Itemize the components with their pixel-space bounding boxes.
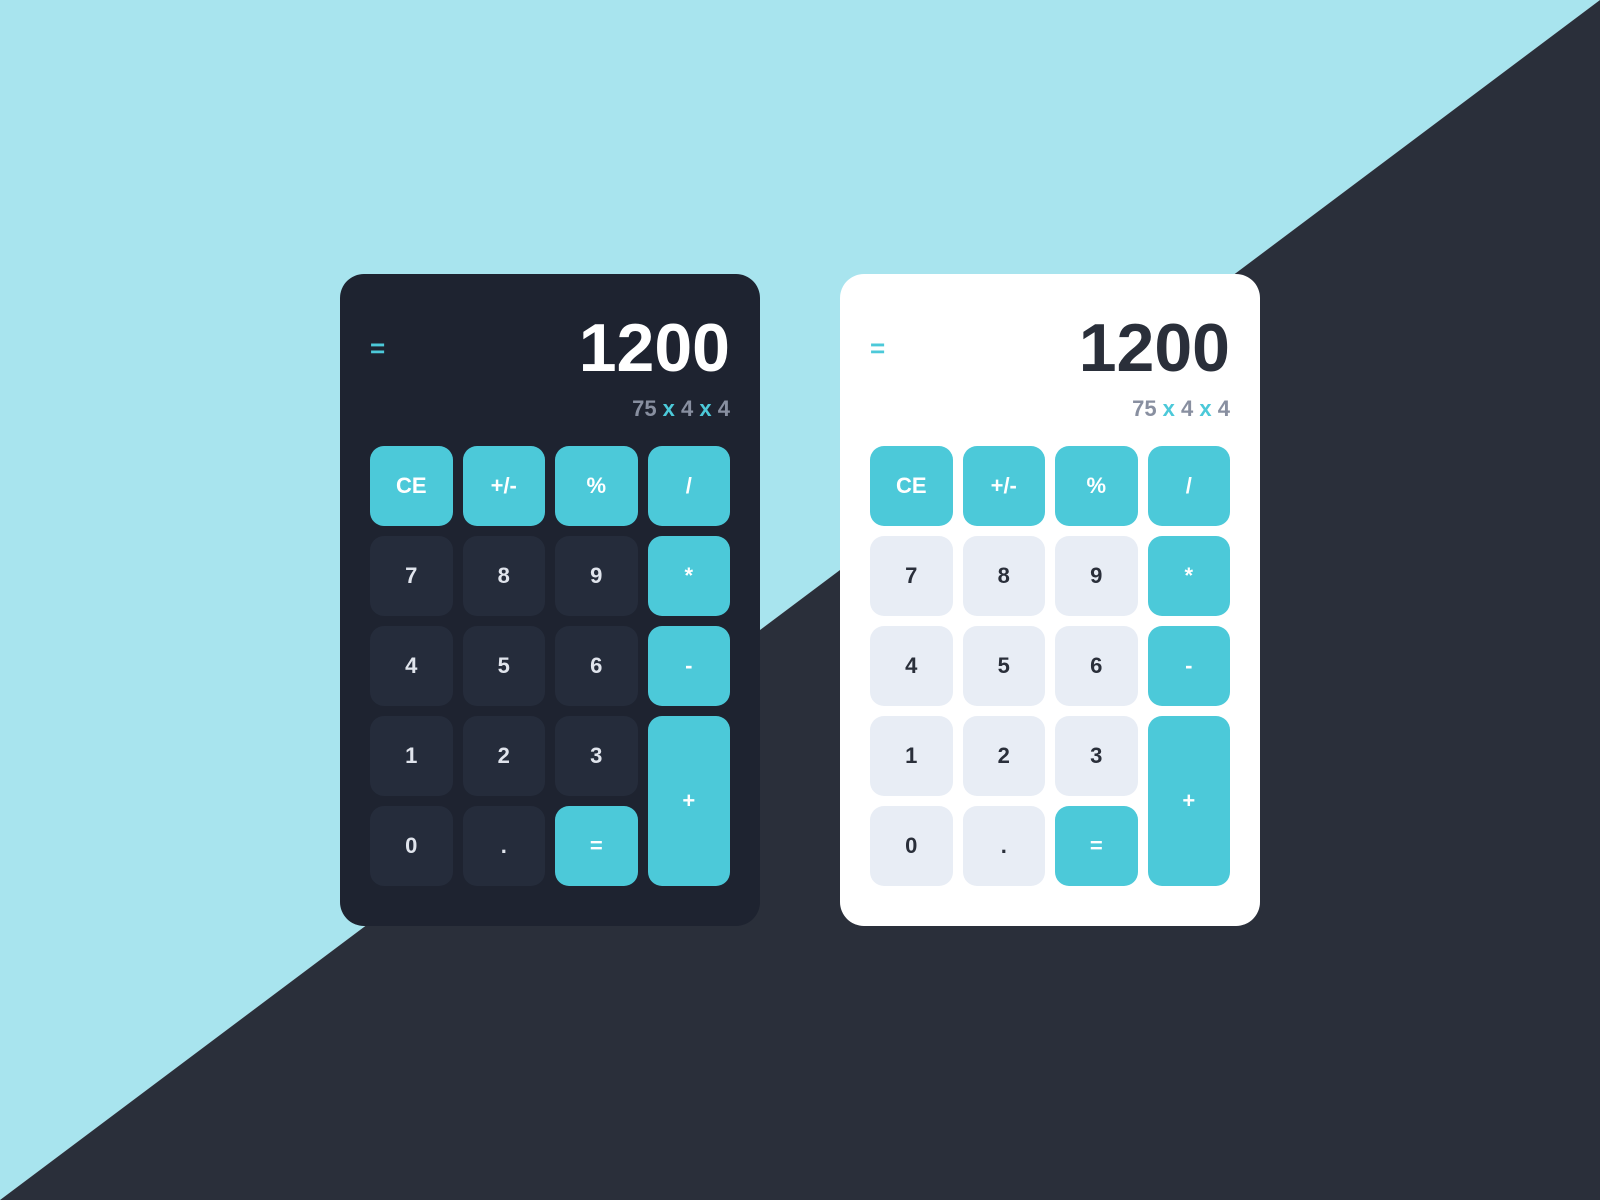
light-btn-dot[interactable]: .	[963, 806, 1046, 886]
dark-display: = 1200 75 x 4 x 4	[370, 314, 730, 422]
dark-btn-plus-minus[interactable]: +/-	[463, 446, 546, 526]
dark-btn-1[interactable]: 1	[370, 716, 453, 796]
dark-result: 1200	[579, 314, 730, 382]
light-display-top: = 1200	[870, 314, 1230, 382]
dark-btn-6[interactable]: 6	[555, 626, 638, 706]
light-btn-2[interactable]: 2	[963, 716, 1046, 796]
light-calculator: = 1200 75 x 4 x 4 CE+/-%/789*456-123+0.=	[840, 274, 1260, 926]
light-expression: 75 x 4 x 4	[870, 396, 1230, 422]
light-btn-3[interactable]: 3	[1055, 716, 1138, 796]
light-btn-ce[interactable]: CE	[870, 446, 953, 526]
dark-btn-divide[interactable]: /	[648, 446, 731, 526]
light-btn-4[interactable]: 4	[870, 626, 953, 706]
dark-btn-add[interactable]: +	[648, 716, 731, 886]
light-btn-0[interactable]: 0	[870, 806, 953, 886]
dark-btn-4[interactable]: 4	[370, 626, 453, 706]
dark-expr-x1: x	[663, 396, 675, 421]
dark-btn-5[interactable]: 5	[463, 626, 546, 706]
light-expr-x2: x	[1199, 396, 1211, 421]
dark-equals-icon: =	[370, 333, 383, 364]
dark-btn-9[interactable]: 9	[555, 536, 638, 616]
light-btn-9[interactable]: 9	[1055, 536, 1138, 616]
dark-calculator: = 1200 75 x 4 x 4 CE+/-%/789*456-123+0.=	[340, 274, 760, 926]
dark-btn-7[interactable]: 7	[370, 536, 453, 616]
dark-btn-2[interactable]: 2	[463, 716, 546, 796]
dark-btn-0[interactable]: 0	[370, 806, 453, 886]
light-btn-6[interactable]: 6	[1055, 626, 1138, 706]
calculators-container: = 1200 75 x 4 x 4 CE+/-%/789*456-123+0.=…	[0, 0, 1600, 1200]
dark-expression: 75 x 4 x 4	[370, 396, 730, 422]
light-btn-1[interactable]: 1	[870, 716, 953, 796]
light-expr-x1: x	[1163, 396, 1175, 421]
light-btn-divide[interactable]: /	[1148, 446, 1231, 526]
dark-btn-multiply[interactable]: *	[648, 536, 731, 616]
light-equals-icon: =	[870, 333, 883, 364]
light-btn-plus-minus[interactable]: +/-	[963, 446, 1046, 526]
dark-btn-dot[interactable]: .	[463, 806, 546, 886]
light-btn-percent[interactable]: %	[1055, 446, 1138, 526]
light-btn-7[interactable]: 7	[870, 536, 953, 616]
light-btn-5[interactable]: 5	[963, 626, 1046, 706]
dark-btn-3[interactable]: 3	[555, 716, 638, 796]
dark-btn-ce[interactable]: CE	[370, 446, 453, 526]
light-btn-add[interactable]: +	[1148, 716, 1231, 886]
light-button-grid: CE+/-%/ 789* 456- 123+0.=	[870, 446, 1230, 886]
dark-btn-equals[interactable]: =	[555, 806, 638, 886]
light-btn-multiply[interactable]: *	[1148, 536, 1231, 616]
dark-button-grid: CE+/-%/ 789* 456- 123+0.=	[370, 446, 730, 886]
dark-btn-8[interactable]: 8	[463, 536, 546, 616]
light-result: 1200	[1079, 314, 1230, 382]
dark-expr-x2: x	[699, 396, 711, 421]
light-btn-8[interactable]: 8	[963, 536, 1046, 616]
dark-display-top: = 1200	[370, 314, 730, 382]
light-display: = 1200 75 x 4 x 4	[870, 314, 1230, 422]
light-btn-equals[interactable]: =	[1055, 806, 1138, 886]
dark-btn-percent[interactable]: %	[555, 446, 638, 526]
light-btn-subtract[interactable]: -	[1148, 626, 1231, 706]
dark-btn-subtract[interactable]: -	[648, 626, 731, 706]
